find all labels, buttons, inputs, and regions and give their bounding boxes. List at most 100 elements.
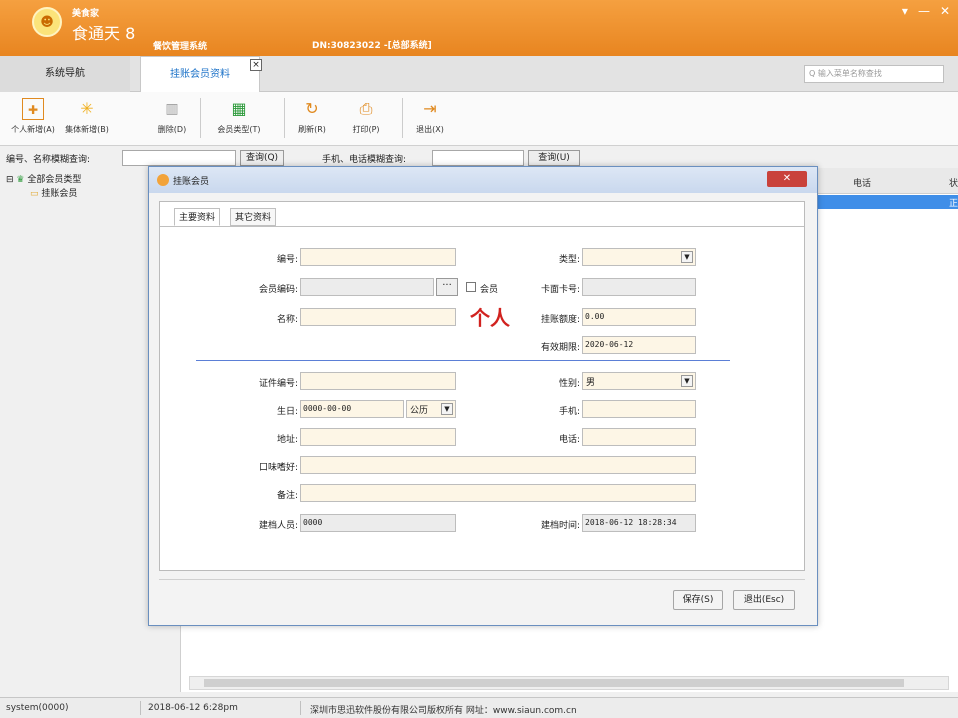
- query-phone-button[interactable]: 查询(U): [528, 150, 580, 166]
- dialog-title-bar: 挂账会员 ✕: [149, 167, 817, 193]
- tree-root-label: 全部会员类型: [27, 175, 82, 185]
- delete-button[interactable]: ▥ 删除(D): [152, 98, 192, 142]
- id-number-label: 证件编号:: [258, 379, 298, 389]
- phone-label: 电话:: [558, 435, 580, 445]
- sun-icon: ✳: [80, 99, 94, 118]
- mobile-label: 手机:: [558, 407, 580, 417]
- horizontal-scrollbar[interactable]: [189, 676, 949, 690]
- type-select[interactable]: ▼: [582, 248, 696, 266]
- status-datetime: 2018-06-12 6:28pm: [148, 703, 238, 713]
- close-icon[interactable]: ✕: [940, 4, 950, 18]
- tab-main-info[interactable]: 主要资料: [174, 208, 221, 226]
- exit-button[interactable]: ⇥ 退出(X): [412, 98, 448, 142]
- scrollbar-thumb[interactable]: [204, 679, 904, 687]
- member-checkbox-label: 会员: [480, 285, 499, 295]
- expire-label: 有效期限:: [540, 343, 580, 353]
- phone-input[interactable]: [582, 428, 696, 446]
- gender-select[interactable]: 男 ▼: [582, 372, 696, 390]
- creator-input[interactable]: 0000: [300, 514, 456, 532]
- row-status: 正: [949, 199, 958, 209]
- title-dn: DN:30823022 -[总部系统]: [312, 41, 432, 51]
- dialog-body: 主要资料 其它资料 编号: 类型: ▼ 会员编码: ··· 会员 卡面卡号: 名…: [159, 201, 805, 571]
- brand-small: 美食家: [72, 9, 100, 19]
- created-time-label: 建档时间:: [540, 521, 580, 531]
- calendar-select[interactable]: 公历 ▼: [406, 400, 456, 418]
- mobile-input[interactable]: [582, 400, 696, 418]
- menu-icon[interactable]: ▾: [902, 4, 908, 18]
- taste-input[interactable]: [300, 456, 696, 474]
- address-label: 地址:: [276, 435, 298, 445]
- name-query-input[interactable]: [122, 150, 236, 166]
- status-divider: [300, 701, 301, 715]
- address-input[interactable]: [300, 428, 456, 446]
- tree-child-label: 挂账会员: [41, 189, 78, 199]
- save-button[interactable]: 保存(S): [673, 590, 723, 610]
- member-checkbox[interactable]: [466, 282, 476, 292]
- print-label: 打印(P): [352, 125, 380, 134]
- card-code-input[interactable]: [300, 278, 434, 296]
- tab-close-icon[interactable]: ×: [250, 59, 262, 71]
- tree-child[interactable]: ▭ 挂账会员: [30, 186, 77, 199]
- card-face-input[interactable]: [582, 278, 696, 296]
- section-divider: [196, 360, 730, 361]
- birthday-input[interactable]: 0000-00-00: [300, 400, 404, 418]
- created-time-input[interactable]: 2018-06-12 18:28:34: [582, 514, 696, 532]
- dialog-title: 挂账会员: [173, 177, 210, 187]
- col-status[interactable]: 状: [949, 176, 958, 189]
- dialog-close-button[interactable]: ✕: [767, 171, 807, 187]
- expire-input[interactable]: 2020-06-12: [582, 336, 696, 354]
- tab-system-nav[interactable]: 系统导航: [0, 56, 130, 92]
- add-group-button[interactable]: ✳ 集体新增(B): [60, 98, 114, 142]
- tab-credit-member[interactable]: 挂账会员资料: [140, 56, 260, 92]
- tree-root[interactable]: ⊟ ♛ 全部会员类型: [6, 172, 81, 185]
- status-bar: system(0000) 2018-06-12 6:28pm 深圳市思迅软件股份…: [0, 697, 958, 718]
- status-divider: [140, 701, 141, 715]
- grid-icon: ▦: [231, 99, 247, 118]
- refresh-button[interactable]: ↻ 刷新(R): [294, 98, 330, 142]
- exit-icon: ⇥: [423, 99, 437, 118]
- folder-icon: ▭: [30, 189, 39, 199]
- member-type-button[interactable]: ▦ 会员类型(T): [212, 98, 266, 142]
- menu-search-input[interactable]: Q 输入菜单名称查找: [804, 65, 944, 83]
- chevron-down-icon: ▼: [441, 403, 453, 415]
- code-input[interactable]: [300, 248, 456, 266]
- gender-value: 男: [586, 378, 596, 388]
- status-copyright: 深圳市思迅软件股份有限公司版权所有 网址：www.siaun.com.cn: [310, 706, 577, 716]
- app-logo: ☻: [32, 7, 62, 37]
- name-label: 名称:: [276, 315, 298, 325]
- add-group-label: 集体新增(B): [65, 125, 109, 134]
- credit-limit-label: 挂账额度:: [540, 315, 580, 325]
- card-browse-button[interactable]: ···: [436, 278, 458, 296]
- gender-label: 性别:: [558, 379, 580, 389]
- dialog-app-icon: [157, 174, 169, 186]
- add-person-button[interactable]: ✚ 个人新增(A): [8, 98, 58, 142]
- dialog-exit-button[interactable]: 退出(Esc): [733, 590, 795, 610]
- code-label: 编号:: [276, 255, 298, 265]
- phone-query-input[interactable]: [432, 150, 524, 166]
- taste-label: 口味嗜好:: [258, 463, 298, 473]
- plus-icon: ✚: [22, 98, 44, 120]
- col-phone[interactable]: 电话: [853, 176, 871, 189]
- toolbar-divider: [284, 98, 285, 138]
- name-input[interactable]: [300, 308, 456, 326]
- credit-limit-input[interactable]: 0.00: [582, 308, 696, 326]
- trash-icon: ▥: [165, 101, 179, 117]
- collapse-icon[interactable]: ⊟: [6, 175, 14, 185]
- note-input[interactable]: [300, 484, 696, 502]
- refresh-label: 刷新(R): [298, 125, 326, 134]
- member-type-label: 会员类型(T): [217, 125, 261, 134]
- note-label: 备注:: [276, 491, 298, 501]
- toolbar-divider: [200, 98, 201, 138]
- id-number-input[interactable]: [300, 372, 456, 390]
- brand-sub: 餐饮管理系统: [153, 42, 208, 52]
- tab-other-info[interactable]: 其它资料: [230, 208, 277, 226]
- status-user: system(0000): [6, 703, 69, 713]
- phone-query-label: 手机、电话模糊查询:: [322, 155, 407, 165]
- minimize-icon[interactable]: —: [918, 4, 930, 18]
- tab-bar: 系统导航 挂账会员资料 × Q 输入菜单名称查找: [0, 56, 958, 92]
- toolbar: ✚ 个人新增(A) ✳ 集体新增(B) ▥ 删除(D) ▦ 会员类型(T) ↻ …: [0, 92, 958, 146]
- query-button[interactable]: 查询(Q): [240, 150, 284, 166]
- print-button[interactable]: ⎙ 打印(P): [346, 98, 386, 142]
- type-label: 类型:: [558, 255, 580, 265]
- window-controls: ▾ — ✕: [902, 4, 950, 18]
